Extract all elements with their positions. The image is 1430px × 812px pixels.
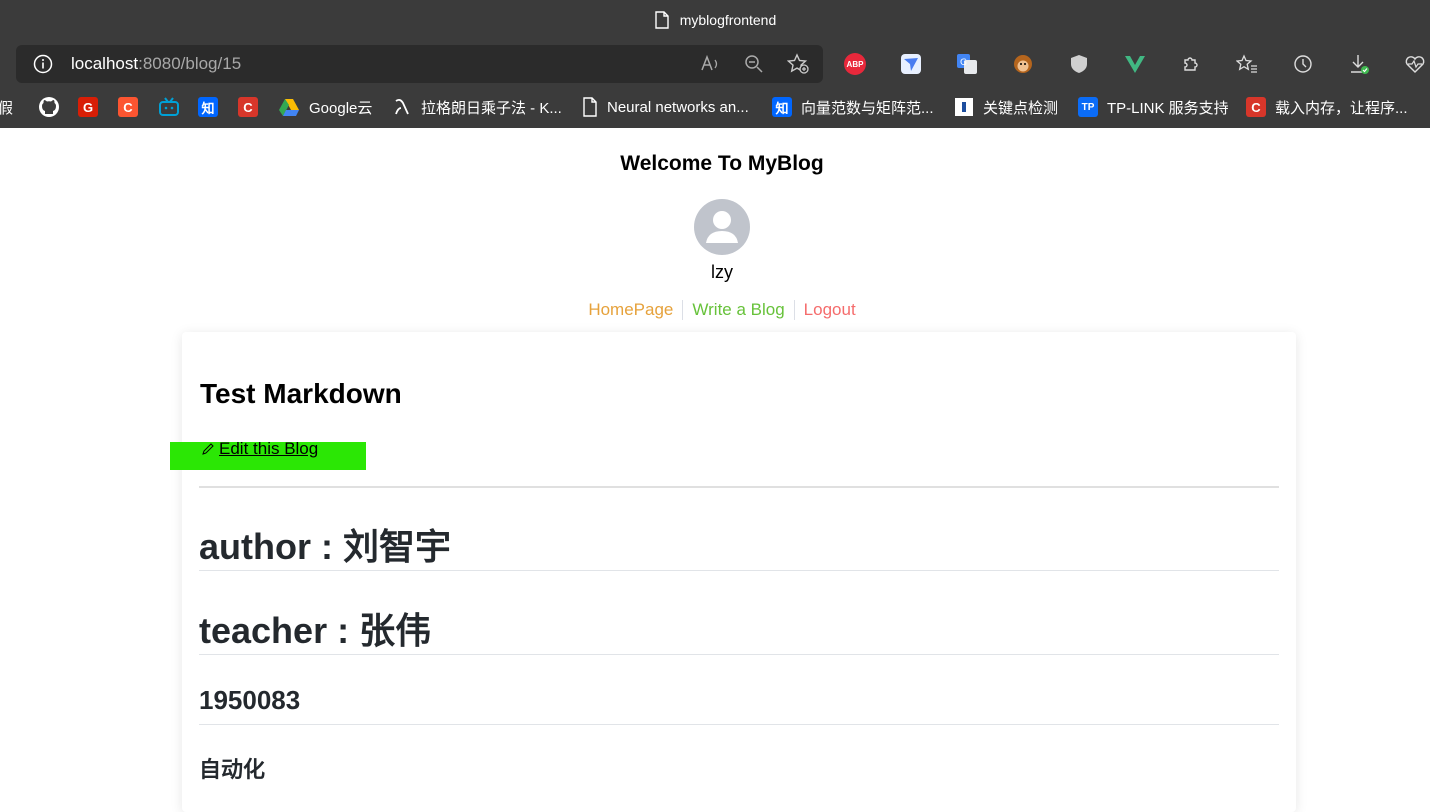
url-text[interactable]: localhost:8080/blog/15: [71, 54, 241, 74]
csdn-icon[interactable]: C: [238, 96, 258, 118]
zhihu-icon: 知: [772, 97, 792, 117]
abp-icon[interactable]: ABP: [843, 52, 867, 76]
bookmark-label: 关键点检测: [983, 99, 1059, 117]
user-icon: [706, 211, 738, 243]
bookmark-label: 向量范数与矩阵范...: [801, 99, 934, 117]
teacher-name: 张伟: [359, 610, 432, 651]
heartbeat-icon[interactable]: [1403, 52, 1427, 76]
bookmark-tplink[interactable]: TP TP-LINK 服务支持: [1078, 96, 1229, 118]
major-heading: 自动化: [199, 757, 266, 782]
google-translate-icon[interactable]: G: [955, 52, 979, 76]
csdn-favicon-text: C: [238, 97, 258, 117]
g-icon[interactable]: G: [78, 96, 98, 118]
page-icon: [583, 97, 597, 117]
bookmark-google-cloud[interactable]: Google云: [278, 96, 372, 118]
favorites-icon[interactable]: [1235, 52, 1259, 76]
csdn-icon: C: [1246, 97, 1266, 117]
vue-icon[interactable]: [1123, 52, 1147, 76]
bookmark-load-memory[interactable]: C 载入内存，让程序...: [1246, 96, 1408, 118]
blog-card: Test Markdown Edit this Blog author : 刘智…: [170, 332, 1296, 812]
puzzle-icon[interactable]: [1179, 52, 1203, 76]
divider: [199, 486, 1279, 488]
bookmark-label: Neural networks an...: [607, 98, 749, 116]
teacher-prefix: teacher :: [199, 610, 360, 651]
username: lzy: [711, 262, 733, 282]
csdn-favicon-text: C: [118, 97, 138, 117]
edit-icon: [202, 442, 214, 455]
window-title: myblogfrontend: [679, 12, 777, 28]
bookmark-label: 拉格朗日乘子法 - K...: [421, 99, 562, 117]
monkey-icon[interactable]: [1011, 52, 1035, 76]
google-drive-icon: [279, 99, 299, 116]
bilibili-icon[interactable]: [158, 96, 180, 118]
zoom-out-icon[interactable]: [743, 53, 765, 75]
blog-title: Test Markdown: [200, 378, 402, 409]
read-aloud-icon[interactable]: [699, 53, 721, 75]
author-prefix: author :: [199, 526, 343, 567]
browser-toolbar: localhost:8080/blog/15 ABP G: [0, 40, 1430, 88]
author-heading: author : 刘智宇: [199, 518, 451, 570]
heading-rule: [199, 654, 1279, 655]
student-id-heading: 1950083: [199, 685, 301, 715]
logout-link[interactable]: Logout: [793, 300, 865, 320]
heading-rule: [199, 724, 1279, 725]
write-blog-link[interactable]: Write a Blog: [682, 300, 793, 320]
abp-label: ABP: [844, 53, 866, 75]
info-icon[interactable]: [33, 54, 53, 74]
title-bar: myblogfrontend: [0, 0, 1430, 40]
history-icon[interactable]: [1291, 52, 1315, 76]
svg-text:G: G: [960, 58, 967, 68]
bookmark-label: 载入内存，让程序...: [1275, 99, 1408, 117]
csdn-icon[interactable]: C: [118, 96, 138, 118]
author-name: 刘智宇: [342, 526, 451, 567]
bookmark-keypoint[interactable]: 关键点检测: [954, 96, 1058, 118]
bookmark-neural-networks[interactable]: Neural networks an...: [582, 96, 749, 118]
bookmark-label: Google云: [309, 99, 373, 117]
zhihu-icon[interactable]: 知: [198, 96, 218, 118]
edit-blog-link[interactable]: Edit this Blog: [200, 439, 318, 459]
bookmark-lagrange[interactable]: 拉格朗日乘子法 - K...: [392, 96, 562, 118]
avatar: [694, 199, 750, 255]
bookmarks-bar: 假 G C 知 C Google云 拉格朗日乘子法 - K... Neural …: [0, 88, 1430, 128]
bookmark-label: 假: [0, 99, 14, 117]
shield-icon[interactable]: [1067, 52, 1091, 76]
bookmark-vector-norm[interactable]: 知 向量范数与矩阵范...: [772, 96, 934, 118]
document-icon: [655, 11, 669, 29]
teacher-heading: teacher : 张伟: [199, 602, 431, 654]
bookmark-label: TP-LINK 服务支持: [1107, 99, 1229, 117]
nav-links: HomePage Write a Blog Logout: [0, 300, 1430, 320]
script-icon: [395, 98, 409, 115]
add-favorite-icon[interactable]: [786, 53, 809, 75]
zhihu-favicon-text: 知: [198, 97, 218, 117]
g-favicon-text: G: [78, 97, 98, 117]
tplink-icon: TP: [1078, 97, 1098, 117]
url-host: localhost: [71, 54, 139, 73]
url-path: :8080/blog/15: [138, 54, 242, 73]
heading-rule: [199, 570, 1279, 571]
address-bar[interactable]: localhost:8080/blog/15: [16, 45, 823, 83]
bookmark-item[interactable]: 假: [0, 96, 13, 118]
keypoint-icon: [955, 98, 973, 116]
download-icon[interactable]: [1347, 52, 1371, 76]
edit-blog-label: Edit this Blog: [219, 439, 319, 458]
page-title: Welcome To MyBlog: [620, 152, 824, 175]
paper-plane-icon[interactable]: [899, 52, 923, 76]
github-icon[interactable]: [38, 96, 60, 118]
homepage-link[interactable]: HomePage: [579, 300, 682, 320]
